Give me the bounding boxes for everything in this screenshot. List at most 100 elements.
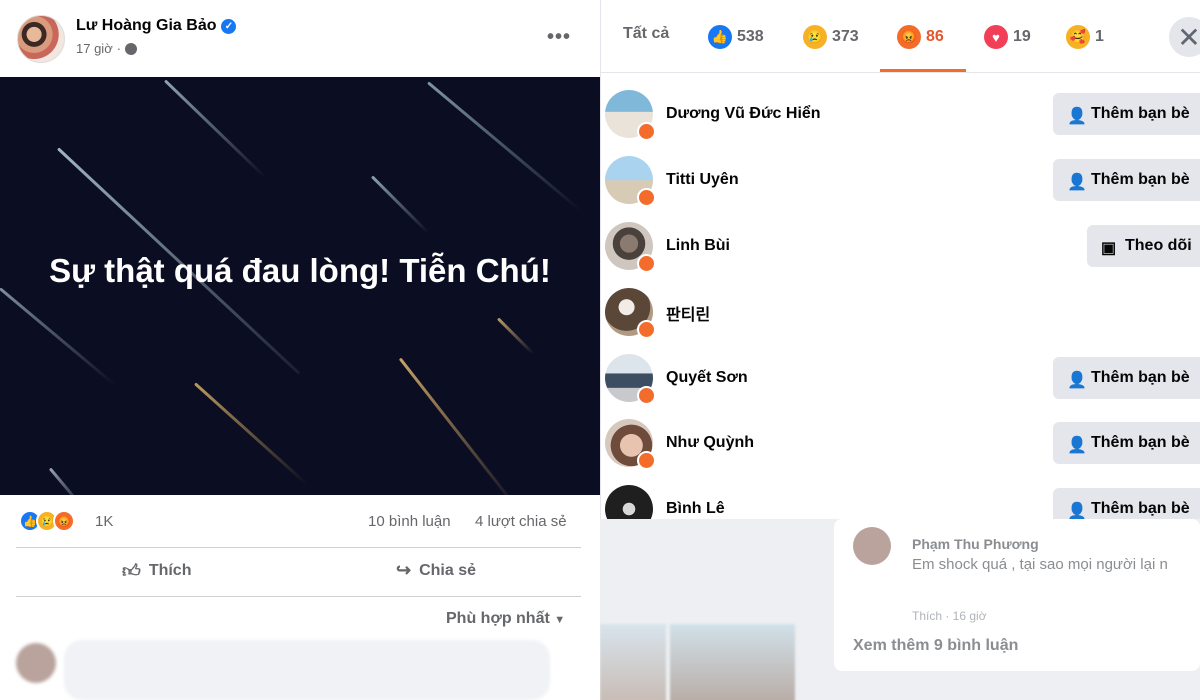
reactor-row[interactable]: Titti Uyên 👤 Thêm bạn bè	[601, 147, 1200, 213]
commenter-avatar	[853, 527, 891, 565]
add-person-icon: 👤	[1067, 372, 1087, 389]
reactor-row[interactable]: 판티린	[601, 279, 1200, 345]
add-person-icon: 👤	[1067, 437, 1087, 454]
tab-all[interactable]: Tất cả	[623, 25, 669, 43]
reactor-name[interactable]: Titti Uyên	[666, 171, 739, 189]
follow-icon: ▣	[1101, 240, 1117, 257]
thumbs-up-icon: 👍︎	[122, 561, 141, 581]
sort-label: Phù hợp nhất	[446, 610, 550, 627]
background-feed: Phạm Thu Phương Em shock quá , tại sao m…	[600, 519, 1200, 700]
add-friend-button[interactable]: 👤 Thêm bạn bè	[1053, 422, 1200, 464]
close-icon[interactable]: ✕	[1169, 17, 1200, 57]
tab-care-count: 1	[1095, 28, 1104, 45]
reactor-name[interactable]: Linh Bùi	[666, 237, 730, 255]
post-image-text: Sự thật quá đau lòng! Tiễn Chú!	[49, 252, 551, 289]
caret-down-icon: ▼	[554, 614, 566, 626]
like-icon: 👍	[708, 25, 732, 49]
author-name[interactable]: Lư Hoàng Gia Bảo	[76, 17, 216, 35]
divider	[16, 596, 581, 597]
tab-angry-count: 86	[926, 28, 944, 45]
add-friend-label: Thêm bạn bè	[1091, 369, 1190, 386]
comment-bubble	[64, 640, 550, 700]
add-friend-button[interactable]: 👤 Thêm bạn bè	[1053, 357, 1200, 399]
tab-love-count: 19	[1013, 28, 1031, 45]
active-tab-indicator	[880, 69, 966, 72]
share-arrow-icon: ↪	[396, 560, 412, 580]
reactor-name[interactable]: Bình Lê	[666, 500, 725, 518]
reactor-name[interactable]: Dương Vũ Đức Hiển	[666, 105, 821, 123]
comment-like-time: Thích · 16 giờ	[912, 609, 987, 623]
post-image[interactable]: Sự thật quá đau lòng! Tiễn Chú!	[0, 77, 600, 495]
post-time-row: 17 giờ ·	[76, 41, 138, 56]
reactor-name[interactable]: 판티린	[666, 301, 710, 325]
tab-sad-count: 373	[832, 28, 859, 45]
thumbnail-image	[670, 624, 795, 700]
thumbnail-image	[600, 624, 666, 700]
comment-count[interactable]: 10 bình luận	[368, 513, 451, 530]
angry-icon: 😡	[897, 25, 921, 49]
tab-care[interactable]: 🥰 1	[1066, 25, 1104, 49]
commenter-name: Phạm Thu Phương	[912, 536, 1039, 552]
share-button-label: Chia sẻ	[419, 561, 477, 579]
author-avatar[interactable]	[17, 15, 65, 63]
tab-angry[interactable]: 😡 86	[897, 25, 944, 49]
angry-badge-icon	[637, 188, 656, 207]
reaction-count[interactable]: 1K	[95, 513, 113, 530]
share-button[interactable]: ↪ Chia sẻ	[396, 560, 476, 581]
tab-like-count: 538	[737, 28, 764, 45]
view-more-comments-link: Xem thêm 9 bình luận	[853, 637, 1019, 654]
reactor-name[interactable]: Quyết Sơn	[666, 369, 748, 387]
reactor-avatar[interactable]	[605, 485, 653, 519]
reactor-row[interactable]: Linh Bùi ▣ Theo dõi	[601, 213, 1200, 279]
post-header: Lư Hoàng Gia Bảo ✓ 17 giờ · •••	[0, 0, 600, 77]
post-stats: 👍 😢 😡 1K 10 bình luận 4 lượt chia sẻ	[0, 495, 600, 547]
add-person-icon: 👤	[1067, 108, 1087, 125]
add-friend-button[interactable]: 👤 Thêm bạn bè	[1053, 93, 1200, 135]
tab-all-label: Tất cả	[623, 25, 670, 42]
reactor-name[interactable]: Như Quỳnh	[666, 434, 754, 452]
post-time[interactable]: 17 giờ	[76, 41, 113, 56]
blurred-comment	[16, 640, 550, 700]
follow-label: Theo dõi	[1125, 237, 1192, 254]
comment-text: Em shock quá , tại sao mọi người lại n	[912, 556, 1168, 573]
reaction-tabs: Tất cả 👍 538 😢 373 😡 86 ♥ 19 🥰 1 ✕	[601, 0, 1200, 73]
post-card: Lư Hoàng Gia Bảo ✓ 17 giờ · ••• Sự thật …	[0, 0, 600, 700]
reactor-row[interactable]: Quyết Sơn 👤 Thêm bạn bè	[601, 345, 1200, 411]
heart-icon: ♥	[984, 25, 1008, 49]
tab-love[interactable]: ♥ 19	[984, 25, 1031, 49]
add-friend-label: Thêm bạn bè	[1091, 500, 1190, 517]
care-icon: 🥰	[1066, 25, 1090, 49]
add-friend-label: Thêm bạn bè	[1091, 171, 1190, 188]
angry-badge-icon	[637, 122, 656, 141]
add-person-icon: 👤	[1067, 174, 1087, 191]
divider	[16, 547, 581, 548]
reaction-icons[interactable]: 👍 😢 😡	[19, 510, 75, 532]
angry-badge-icon	[637, 254, 656, 273]
globe-icon	[125, 42, 138, 55]
add-friend-button[interactable]: 👤 Thêm bạn bè	[1053, 488, 1200, 519]
add-friend-label: Thêm bạn bè	[1091, 105, 1190, 122]
author-name-row[interactable]: Lư Hoàng Gia Bảo ✓	[76, 17, 237, 35]
tab-like[interactable]: 👍 538	[708, 25, 764, 49]
angry-reaction-icon: 😡	[53, 510, 75, 532]
add-person-icon: 👤	[1067, 503, 1087, 519]
tab-sad[interactable]: 😢 373	[803, 25, 859, 49]
like-button[interactable]: 👍︎ Thích	[122, 560, 191, 582]
reactor-row[interactable]: Bình Lê 👤 Thêm bạn bè	[601, 476, 1200, 519]
more-options-icon[interactable]: •••	[547, 26, 571, 49]
reactor-row[interactable]: Dương Vũ Đức Hiển 👤 Thêm bạn bè	[601, 81, 1200, 147]
follow-button[interactable]: ▣ Theo dõi	[1087, 225, 1200, 267]
sad-icon: 😢	[803, 25, 827, 49]
angry-badge-icon	[637, 386, 656, 405]
commenter-avatar	[16, 643, 56, 683]
add-friend-label: Thêm bạn bè	[1091, 434, 1190, 451]
reactions-dialog: Tất cả 👍 538 😢 373 😡 86 ♥ 19 🥰 1 ✕ Dương…	[600, 0, 1200, 519]
angry-badge-icon	[637, 320, 656, 339]
share-count[interactable]: 4 lượt chia sẻ	[475, 513, 567, 530]
reactor-row[interactable]: Như Quỳnh 👤 Thêm bạn bè	[601, 410, 1200, 476]
verified-badge-icon: ✓	[221, 18, 237, 34]
like-button-label: Thích	[148, 562, 192, 579]
angry-badge-icon	[637, 451, 656, 470]
add-friend-button[interactable]: 👤 Thêm bạn bè	[1053, 159, 1200, 201]
sort-dropdown[interactable]: Phù hợp nhất ▼	[446, 610, 565, 628]
